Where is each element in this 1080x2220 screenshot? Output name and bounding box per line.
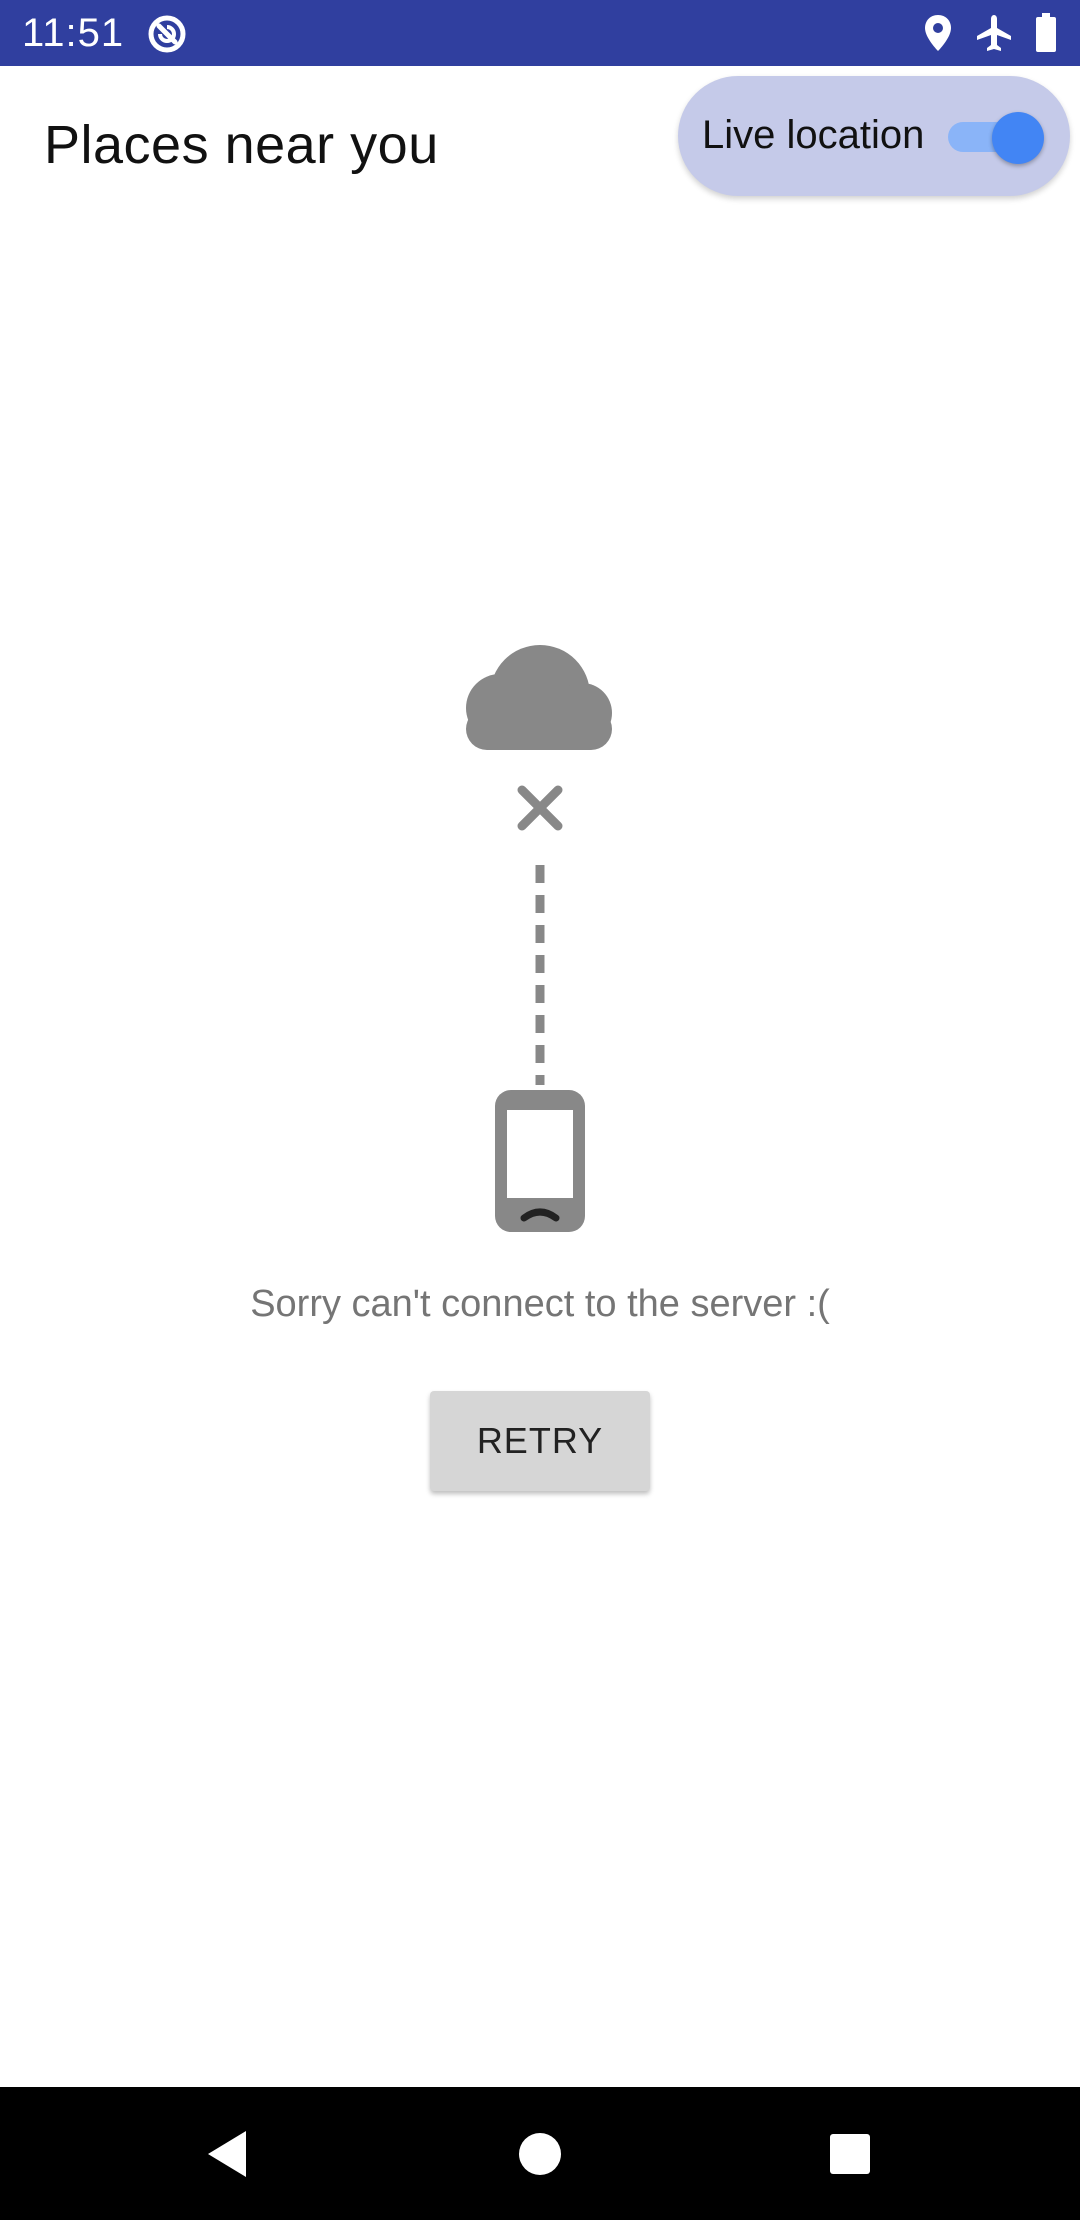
cloud-icon	[466, 645, 612, 750]
toggle-thumb	[992, 112, 1044, 164]
navigation-bar	[0, 2087, 1080, 2220]
recents-icon[interactable]	[817, 2121, 883, 2187]
home-icon[interactable]	[507, 2121, 573, 2187]
retry-button[interactable]: RETRY	[430, 1391, 650, 1491]
location-pin-icon	[922, 13, 954, 53]
error-message: Sorry can't connect to the server :(	[250, 1283, 830, 1325]
back-icon[interactable]	[194, 2121, 260, 2187]
live-location-label: Live location	[702, 113, 925, 157]
live-location-chip[interactable]: Live location	[678, 76, 1070, 196]
app-notification-icon	[146, 13, 188, 55]
airplane-mode-icon	[974, 13, 1014, 53]
sad-phone-icon	[495, 1090, 585, 1232]
connection-error-illustration	[440, 640, 640, 1240]
page-title: Places near you	[44, 115, 439, 175]
live-location-toggle[interactable]	[948, 112, 1048, 164]
battery-icon	[1034, 13, 1058, 53]
disconnect-x-icon	[517, 785, 563, 831]
status-bar: 11:51	[0, 0, 1080, 66]
status-icons	[922, 12, 1058, 54]
status-time: 11:51	[22, 11, 125, 55]
